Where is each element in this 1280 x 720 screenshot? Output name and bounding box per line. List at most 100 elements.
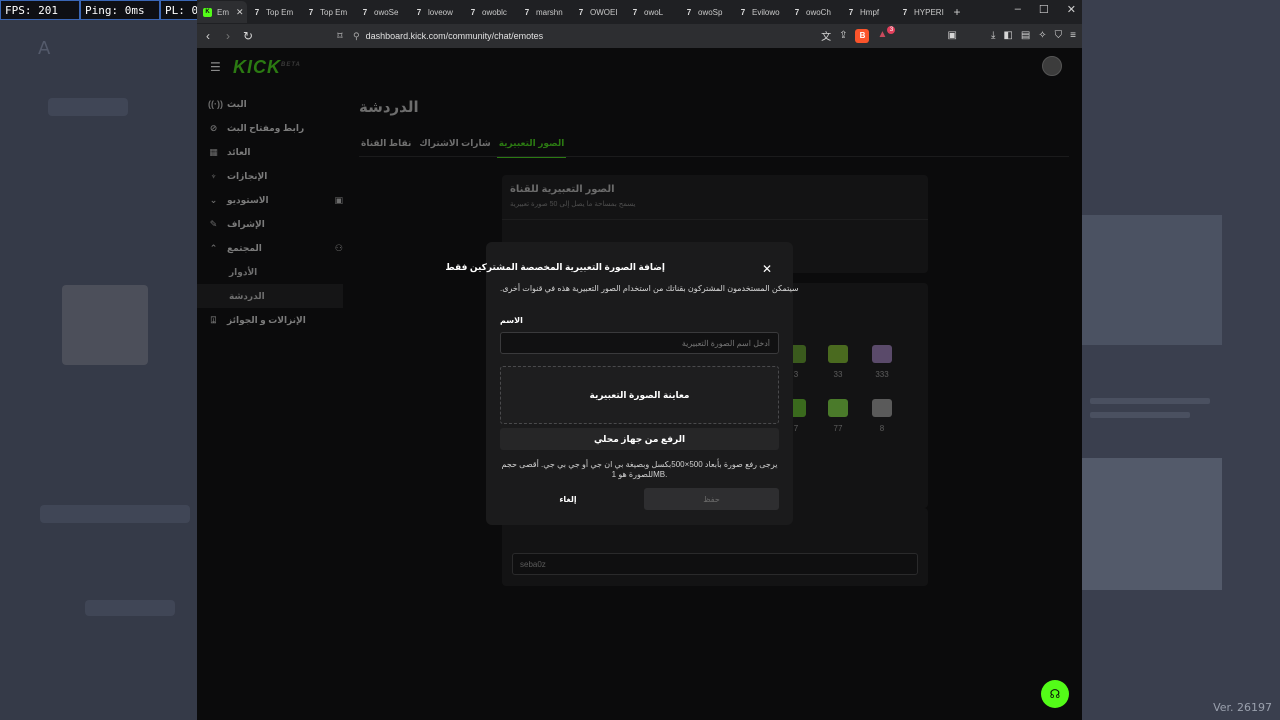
close-window-icon[interactable]: ✕: [1067, 3, 1076, 16]
forward-icon[interactable]: ›: [219, 29, 237, 43]
add-emote-modal: ✕ إضافة الصورة التعبيرية المخصصة المشترك…: [445, 242, 799, 525]
preview-label: معاينة الصورة التعبيرية: [589, 389, 690, 400]
modal-description: سيتمكن المستخدمون المشتركون بقناتك من اس…: [500, 284, 799, 293]
game-blur-block: [40, 505, 190, 523]
7tv-favicon-icon: 7: [632, 7, 638, 17]
game-left-panel: A: [0, 0, 197, 720]
download-icon[interactable]: ⤓: [991, 30, 995, 41]
rewards-icon[interactable]: ▲ 3: [877, 25, 896, 43]
tab[interactable]: 7 Hmpf: [841, 1, 895, 23]
tab[interactable]: 7 owoblc: [463, 1, 517, 23]
url-text: dashboard.kick.com/community/chat/emotes: [365, 31, 544, 41]
share-icon[interactable]: ⇪: [839, 30, 847, 41]
7tv-favicon-icon: 7: [362, 7, 368, 17]
tab[interactable]: 7 owoSe: [355, 1, 409, 23]
browser-toolbar: ‹ › ↻ ⌑ ⚲ dashboard.kick.com/community/c…: [197, 24, 1082, 48]
tab-label: Hmpf: [860, 7, 880, 17]
7tv-favicon-icon: 7: [686, 7, 692, 17]
close-icon[interactable]: ✕: [762, 262, 772, 276]
7tv-favicon-icon: 7: [524, 7, 530, 17]
tab[interactable]: 7 marshn: [517, 1, 571, 23]
bookmark-icon[interactable]: ⌑: [333, 31, 347, 42]
wallet-icon[interactable]: ▤: [1021, 30, 1030, 41]
tab-label: HYPERI: [914, 7, 944, 17]
vpn-icon[interactable]: ⛉: [1055, 30, 1063, 41]
modal-title: إضافة الصورة التعبيرية المخصصة المشتركين…: [445, 262, 665, 272]
tab[interactable]: 7 loveow: [409, 1, 463, 23]
7tv-favicon-icon: 7: [740, 7, 746, 17]
game-blur-block: [48, 98, 128, 116]
tab-label: Top Em: [266, 7, 294, 17]
reload-icon[interactable]: ↻: [239, 29, 257, 43]
minimize-icon[interactable]: –: [1015, 3, 1021, 16]
game-right-panel: [1082, 0, 1280, 720]
tab[interactable]: 7 OWOEI: [571, 1, 625, 23]
tab[interactable]: 7 Top Em: [247, 1, 301, 23]
tab-label: owoSe: [374, 7, 399, 17]
tab-label: owoSp: [698, 7, 723, 17]
game-right-image: [1082, 215, 1222, 345]
tab-label: Em: [217, 7, 229, 17]
save-button[interactable]: حفظ: [644, 488, 779, 510]
7tv-favicon-icon: 7: [308, 7, 314, 17]
help-chat-button[interactable]: ☊: [1041, 680, 1069, 708]
brave-shields-icon[interactable]: B: [855, 28, 870, 43]
leo-ai-icon[interactable]: ✧: [1038, 30, 1046, 41]
7tv-favicon-icon: 7: [254, 7, 260, 17]
fps-readout: FPS: 201: [0, 0, 80, 20]
tab-label: Top Em: [320, 7, 348, 17]
tab-label: loveow: [428, 7, 453, 17]
7tv-favicon-icon: 7: [902, 7, 908, 17]
kick-favicon-icon: K: [203, 7, 212, 17]
tab[interactable]: K Em ✕: [197, 1, 247, 23]
name-label: الاسم: [500, 316, 523, 325]
headset-icon: ☊: [1049, 687, 1061, 701]
ping-readout: Ping: 0ms: [80, 0, 160, 20]
tab-label: owoCh: [806, 7, 831, 17]
tab-label: owoL: [644, 7, 664, 17]
game-blur-line: [1090, 398, 1210, 404]
close-tab-icon[interactable]: ✕: [236, 7, 244, 18]
tab[interactable]: 7 Evilowo: [733, 1, 787, 23]
7tv-favicon-icon: 7: [848, 7, 854, 17]
game-blur-line: [1090, 412, 1190, 418]
7tv-favicon-icon: 7: [578, 7, 584, 17]
packet-loss-readout: PL: 0%: [160, 0, 198, 20]
new-tab-button[interactable]: +: [949, 5, 965, 19]
tab[interactable]: 7 owoSp: [679, 1, 733, 23]
window-controls: – ☐ ✕: [1015, 3, 1076, 16]
tab-label: owoblc: [482, 7, 507, 17]
tab-bar: K Em ✕ 7 Top Em 7 Top Em 7 owoSe 7 loveow 7o…: [197, 0, 1082, 24]
maximize-icon[interactable]: ☐: [1039, 3, 1049, 16]
7tv-favicon-icon: 7: [794, 7, 800, 17]
7tv-favicon-icon: 7: [416, 7, 422, 17]
version-label: Ver. 26197: [1213, 701, 1272, 714]
cancel-button[interactable]: إلغاء: [500, 488, 636, 510]
tab-label: OWOEI: [590, 7, 618, 17]
emote-name-input[interactable]: [500, 332, 779, 354]
back-icon[interactable]: ‹: [199, 29, 217, 43]
emote-preview-dropzone[interactable]: معاينة الصورة التعبيرية: [500, 366, 779, 424]
sidebar-toggle-icon[interactable]: ◧: [1003, 30, 1012, 41]
game-right-image: [1082, 458, 1222, 590]
tab[interactable]: 7 HYPERI: [895, 1, 949, 23]
translate-icon[interactable]: 文: [821, 28, 831, 43]
game-logo-icon: A: [38, 38, 51, 59]
game-blur-image: [62, 285, 148, 365]
toolbar-right: 文 ⇪ B ▲ 3 ▣ ⤓ ◧ ▤ ✧ ⛉ ≡: [821, 25, 1076, 43]
tab[interactable]: 7 owoCh: [787, 1, 841, 23]
site-info-icon[interactable]: ⚲: [353, 31, 360, 42]
tab-label: Evilowo: [752, 7, 780, 17]
screenshot-icon[interactable]: ▣: [947, 30, 956, 41]
7tv-favicon-icon: 7: [470, 7, 476, 17]
browser-window: K Em ✕ 7 Top Em 7 Top Em 7 owoSe 7 loveow 7o…: [197, 0, 1082, 720]
upload-local-button[interactable]: الرفع من جهاز محلي: [500, 428, 779, 450]
kick-dashboard-page: ☰ KICKBETA ((·)) البث ⊘ رابط ومفتاح البث ▦…: [197, 48, 1082, 720]
menu-icon[interactable]: ≡: [1070, 30, 1076, 41]
tab[interactable]: 7 Top Em: [301, 1, 355, 23]
perf-stats: FPS: 201 Ping: 0ms PL: 0%: [0, 0, 198, 20]
tab[interactable]: 7 owoL: [625, 1, 679, 23]
tab-label: marshn: [536, 7, 563, 17]
upload-hint: يرجى رفع صورة بأبعاد 500×500بكسل وبصيغة …: [501, 460, 778, 479]
game-blur-block: [85, 600, 175, 616]
